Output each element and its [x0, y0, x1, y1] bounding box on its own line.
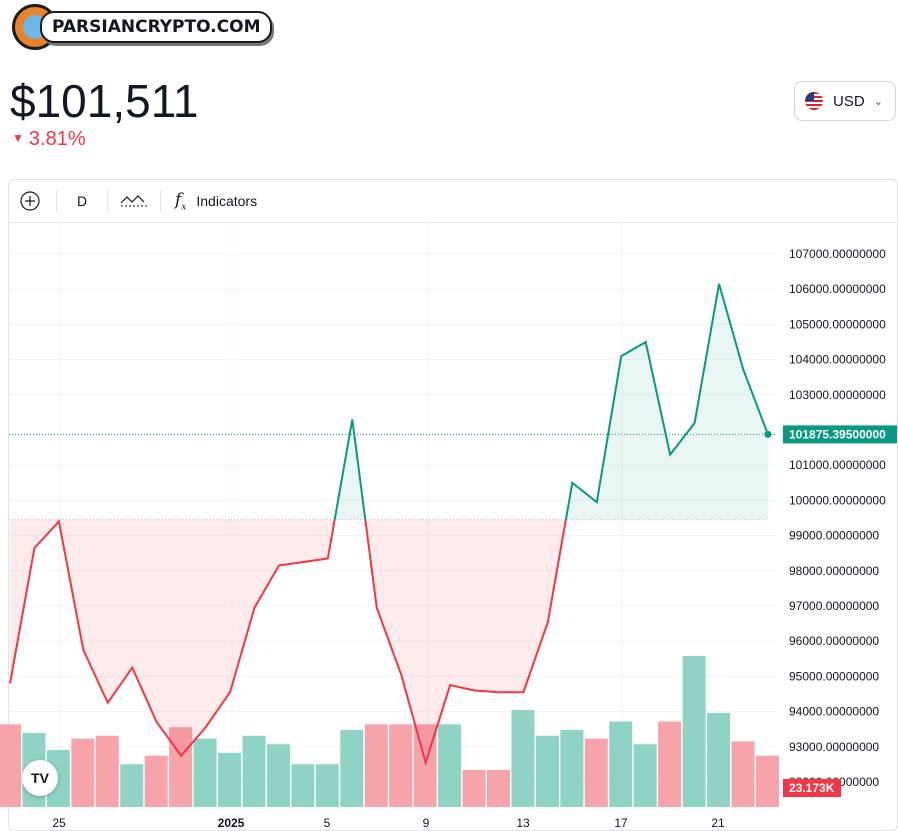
volume-label: 23.173K	[789, 781, 835, 795]
area-down-fill	[10, 519, 566, 763]
y-tick-label: 105000.00000000	[789, 317, 886, 331]
volume-bar	[584, 738, 608, 807]
volume-bar	[682, 655, 706, 807]
volume-bar	[291, 764, 315, 807]
last-price-label: 101875.39500000	[789, 427, 886, 441]
chart-canvas[interactable]: 107000.00000000 106000.00000000 105000.000…	[0, 0, 898, 831]
y-tick-label: 104000.00000000	[789, 353, 886, 367]
volume-bar	[95, 735, 119, 807]
y-tick-label: 99000.00000000	[789, 529, 879, 543]
volume-bar	[731, 741, 755, 807]
tradingview-logo-icon[interactable]: TV	[22, 760, 58, 796]
volume-bar	[364, 724, 388, 807]
volume-bar	[144, 755, 168, 807]
volume-bar	[266, 744, 290, 807]
volume-bar	[511, 710, 535, 807]
volume-bar	[193, 738, 217, 807]
x-tick-label: 9	[423, 816, 430, 830]
x-tick-label: 13	[516, 816, 530, 830]
volume-bar	[438, 724, 462, 807]
y-tick-label: 97000.00000000	[789, 599, 879, 613]
x-tick-label: 17	[614, 816, 628, 830]
x-tick-label: 25	[52, 816, 66, 830]
y-tick-label: 103000.00000000	[789, 388, 886, 402]
volume-bar	[707, 712, 731, 807]
y-tick-label: 95000.00000000	[789, 669, 879, 683]
y-tick-label: 107000.00000000	[789, 247, 886, 261]
volume-bar	[658, 721, 682, 807]
x-tick-label: 5	[324, 816, 331, 830]
volume-bar	[340, 730, 364, 807]
volume-bar	[389, 724, 413, 807]
volume-bar	[633, 744, 657, 807]
volume-bar	[120, 764, 144, 807]
x-tick-label: 21	[711, 816, 725, 830]
volume-bar	[609, 721, 633, 807]
volume-bar	[535, 735, 559, 807]
volume-bar	[71, 738, 95, 807]
y-tick-label: 100000.00000000	[789, 493, 886, 507]
volume-bar	[218, 752, 242, 807]
last-price-dot	[764, 430, 772, 438]
y-tick-label: 106000.00000000	[789, 282, 886, 296]
y-tick-label: 94000.00000000	[789, 705, 879, 719]
y-tick-label: 98000.00000000	[789, 564, 879, 578]
volume-bar	[755, 755, 779, 807]
y-tick-label: 93000.00000000	[789, 740, 879, 754]
x-tick-label: 2025	[218, 816, 245, 830]
y-tick-label: 101000.00000000	[789, 458, 886, 472]
volume-bar	[315, 764, 339, 807]
volume-bar	[487, 769, 510, 807]
volume-bar	[242, 735, 266, 807]
volume-bar	[0, 724, 21, 807]
volume-bar	[462, 769, 486, 807]
y-tick-label: 96000.00000000	[789, 634, 879, 648]
volume-bar	[560, 730, 584, 807]
